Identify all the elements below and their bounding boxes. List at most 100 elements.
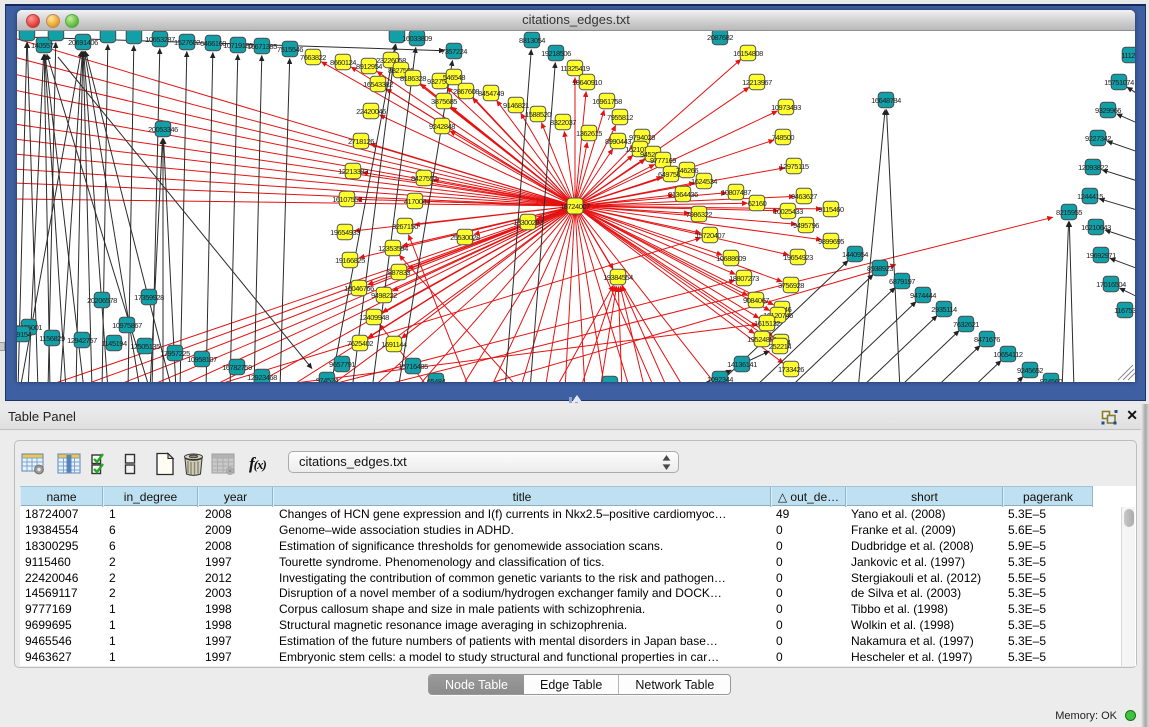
svg-text:10046766: 10046766 [344,284,374,293]
svg-text:10975867: 10975867 [112,321,142,330]
svg-text:7986322: 7986322 [686,210,712,219]
svg-text:9657791: 9657791 [329,360,355,369]
svg-text:9474444: 9474444 [910,291,936,300]
svg-text:18300282: 18300282 [513,218,543,227]
svg-text:8454749: 8454749 [478,89,504,98]
svg-text:10025433: 10025433 [773,207,803,216]
svg-text:887833: 887833 [388,268,411,277]
svg-text:10807487: 10807487 [721,188,751,197]
svg-text:7663822: 7663822 [300,53,326,62]
svg-text:12923468: 12923468 [247,373,277,382]
svg-text:8427552: 8427552 [411,174,437,183]
svg-text:10958107: 10958107 [187,355,217,364]
svg-text:12093822: 12093822 [1078,163,1108,172]
svg-text:10973493: 10973493 [771,103,801,112]
svg-text:12213383: 12213383 [338,167,368,176]
svg-text:12213967: 12213967 [742,78,772,87]
svg-text:9329966: 9329966 [1095,106,1121,115]
svg-text:14136141: 14136141 [727,360,757,369]
svg-text:7357224: 7357224 [441,47,467,56]
svg-text:11123: 11123 [1121,51,1135,60]
svg-text:1527602: 1527602 [174,38,200,47]
svg-text:7625402: 7625402 [347,339,373,348]
svg-text:19384554: 19384554 [603,273,633,282]
svg-text:3267150: 3267150 [392,222,418,231]
svg-text:1145194: 1145194 [101,339,127,348]
svg-text:10688609: 10688609 [716,254,746,263]
svg-text:22420046: 22420046 [356,107,386,116]
svg-text:9084067: 9084067 [743,296,769,305]
svg-text:9777169: 9777169 [650,156,676,165]
svg-text:17957225: 17957225 [160,349,190,358]
svg-text:19692971: 19692971 [1086,251,1116,260]
svg-text:12505135: 12505135 [130,342,160,351]
svg-text:18724007: 18724007 [560,202,590,211]
svg-text:8186328: 8186328 [400,74,426,83]
svg-text:11325419: 11325419 [560,64,589,73]
svg-text:15716485: 15716485 [398,362,428,371]
svg-text:1156829: 1156829 [39,334,65,343]
svg-text:39154: 39154 [17,330,32,339]
svg-text:16543382: 16543382 [363,80,393,89]
svg-text:15720407: 15720407 [695,231,725,240]
svg-text:10653287: 10653287 [145,35,175,44]
svg-text:16210643: 16210643 [1081,223,1111,232]
svg-text:15751074: 15751074 [1104,78,1134,87]
svg-text:7632621: 7632621 [953,320,979,329]
svg-text:746266: 746266 [676,166,699,175]
svg-text:25530028: 25530028 [450,233,480,242]
svg-text:2087682: 2087682 [707,33,733,42]
svg-text:65484: 65484 [427,377,446,382]
svg-text:19654923: 19654923 [783,253,813,262]
svg-text:19654933: 19654933 [330,228,360,237]
svg-text:1615132: 1615132 [754,319,780,328]
svg-text:18640910: 18640910 [572,78,602,87]
svg-text:252214: 252214 [769,342,792,351]
svg-text:1691144: 1691144 [381,340,407,349]
svg-text:20053346: 20053346 [148,125,178,134]
svg-text:17359928: 17359928 [134,293,164,302]
svg-text:17016504: 17016504 [1096,280,1126,289]
svg-text:9245652: 9245652 [1017,366,1043,375]
svg-text:12942757: 12942757 [67,336,97,345]
svg-text:8813054: 8813054 [519,36,545,45]
svg-text:748500: 748500 [772,133,795,142]
svg-text:20206578: 20206578 [87,296,117,305]
svg-text:62160: 62160 [748,199,767,208]
svg-text:417004: 417004 [404,197,427,206]
svg-text:9146821: 9146821 [503,101,529,110]
svg-text:8215955: 8215955 [1056,208,1082,217]
svg-text:924560: 924560 [1040,377,1063,382]
svg-text:1440954: 1440954 [842,250,868,259]
svg-text:16782759: 16782759 [222,363,252,372]
svg-text:12353594: 12353594 [378,244,408,253]
svg-text:16961758: 16961758 [592,97,622,106]
svg-text:3756928: 3756928 [778,281,804,290]
svg-text:1362615: 1362615 [576,129,602,138]
svg-text:19218506: 19218506 [541,49,571,58]
svg-text:18807273: 18807273 [729,274,759,283]
svg-text:1624534: 1624534 [691,177,717,186]
svg-text:9115460: 9115460 [818,205,844,214]
svg-text:1092344: 1092344 [707,375,733,382]
svg-text:1244415: 1244415 [1077,192,1103,201]
svg-text:1588520: 1588520 [525,110,551,119]
svg-text:20691406: 20691406 [68,38,98,47]
svg-text:8471676: 8471676 [974,335,1000,344]
svg-text:3875685: 3875685 [431,97,457,106]
svg-text:16154808: 16154808 [733,49,763,58]
svg-text:16648784: 16648784 [871,96,901,105]
svg-text:9899695: 9899695 [818,237,844,246]
svg-text:9242848: 9242848 [429,122,455,131]
svg-text:2718126: 2718126 [348,137,374,146]
svg-text:7955812: 7955812 [607,113,633,122]
svg-text:1733426: 1733426 [778,365,804,374]
svg-text:19166825: 19166825 [335,256,365,265]
svg-text:546548: 546548 [443,73,466,82]
svg-text:8322037: 8322037 [550,118,576,127]
svg-text:2867608: 2867608 [453,87,479,96]
svg-text:974524: 974524 [316,376,339,382]
svg-text:16107552: 16107552 [332,195,362,204]
svg-text:16033809: 16033809 [402,34,432,43]
svg-text:12409948: 12409948 [359,313,389,322]
